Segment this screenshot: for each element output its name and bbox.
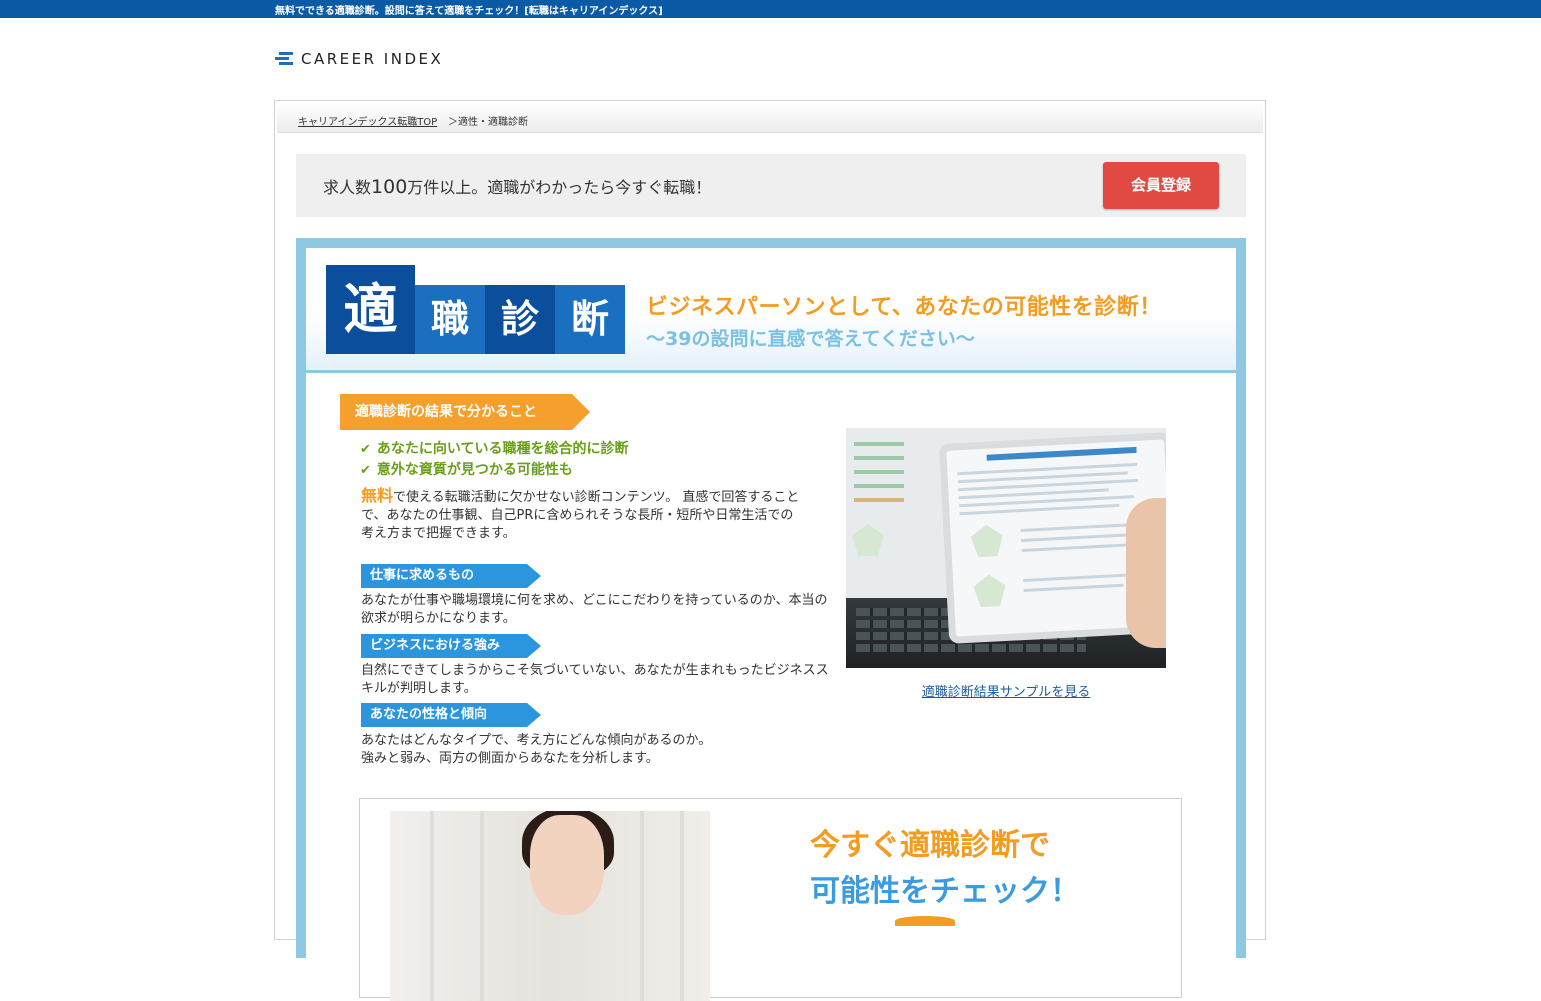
- diagnosis-panel-inner: 適 職 診 断 ビジネスパーソンとして、あなたの可能性を診断！ ～39の設問に直…: [306, 248, 1236, 1001]
- register-button[interactable]: 会員登録: [1103, 162, 1219, 209]
- check-icon: ✔: [360, 442, 371, 457]
- results-description: 無料で使える転職活動に欠かせない診断コンテンツ。 直感で回答することで、あなたの…: [361, 486, 800, 542]
- hero-subline: ～39の設問に直感で答えてください～: [646, 328, 975, 350]
- section-text-personality: あなたはどんなタイプで、考え方にどんな傾向があるのか。 強みと弱み、両方の側面か…: [361, 733, 712, 766]
- section-tag-work-needs: 仕事に求めるもの: [361, 564, 541, 588]
- cta-line-1: 今すぐ適職診断で: [810, 828, 1050, 863]
- diagnosis-panel: 適 職 診 断 ビジネスパーソンとして、あなたの可能性を診断！ ～39の設問に直…: [296, 238, 1246, 1001]
- diagnosis-hero: 適 職 診 断 ビジネスパーソンとして、あなたの可能性を診断！ ～39の設問に直…: [306, 248, 1236, 373]
- cta-arrow: [895, 916, 955, 926]
- banner-text: 求人数100万件以上。適職がわかったら今すぐ転職！: [323, 176, 712, 198]
- cta-box[interactable]: 今すぐ適職診断で 可能性をチェック！: [359, 798, 1182, 1001]
- logo-text: CAREER INDEX: [301, 50, 444, 68]
- top-bar: 無料でできる適職診断。設問に答えて適職をチェック！[転職はキャリアインデックス]: [0, 0, 1541, 18]
- check-item: ✔ あなたに向いている職種を総合的に診断: [360, 441, 629, 457]
- sample-result-link[interactable]: 適職診断結果サンプルを見る: [846, 681, 1166, 700]
- site-logo[interactable]: CAREER INDEX: [275, 49, 443, 69]
- cta-headline: 今すぐ適職診断で 可能性をチェック！: [810, 823, 1080, 915]
- section-text-work-needs: あなたが仕事や職場環境に何を求め、どこにこだわりを持っているのか、本当の欲求が明…: [361, 593, 828, 626]
- section-tag-business-strengths: ビジネスにおける強み: [361, 634, 541, 658]
- woman-photo: [390, 811, 710, 1001]
- check-icon: ✔: [360, 463, 371, 478]
- top-bar-text: 無料でできる適職診断。設問に答えて適職をチェック！[転職はキャリアインデックス]: [275, 6, 663, 17]
- content-frame: キャリアインデックス転職TOP ＞適性・適職診断 求人数100万件以上。適職がわ…: [274, 100, 1266, 1001]
- results-tag: 適職診断の結果で分かること: [340, 394, 590, 430]
- check-item: ✔ 意外な資質が見つかる可能性も: [360, 462, 573, 478]
- job-count-banner: 求人数100万件以上。適職がわかったら今すぐ転職！ 会員登録: [296, 154, 1246, 217]
- title-kanji-3: 診: [485, 285, 555, 354]
- logo-mark-icon: [275, 52, 293, 66]
- section-text-business-strengths: 自然にできてしまうからこそ気づいていない、あなたが生まれもったビジネススキルが判…: [361, 663, 829, 696]
- title-kanji-2: 職: [415, 285, 485, 354]
- title-kanji-1: 適: [326, 265, 415, 354]
- breadcrumb: キャリアインデックス転職TOP ＞適性・適職診断: [277, 103, 1263, 133]
- section-tag-personality: あなたの性格と傾向: [361, 703, 541, 727]
- breadcrumb-current: ＞適性・適職診断: [448, 117, 528, 128]
- title-kanji-4: 断: [555, 285, 625, 354]
- free-label: 無料: [361, 486, 394, 505]
- sample-result-image[interactable]: [846, 428, 1166, 668]
- cta-line-2: 可能性をチェック！: [810, 874, 1080, 909]
- breadcrumb-home-link[interactable]: キャリアインデックス転職TOP: [298, 113, 437, 128]
- hero-headline: ビジネスパーソンとして、あなたの可能性を診断！: [646, 295, 1162, 320]
- hand: [1126, 498, 1166, 648]
